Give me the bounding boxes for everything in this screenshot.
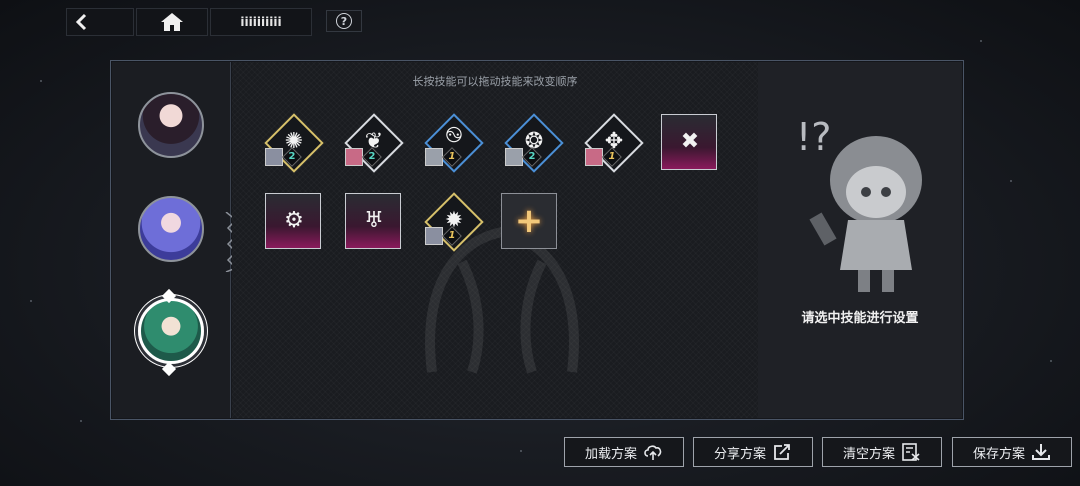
owner-portrait-icon <box>425 227 443 245</box>
skill-slot-1[interactable]: ✺ 2 <box>264 113 324 173</box>
load-plan-button[interactable]: 加载方案 <box>564 437 684 467</box>
home-button[interactable] <box>136 8 208 36</box>
cloud-upload-icon <box>643 443 663 461</box>
clear-plan-label: 清空方案 <box>842 446 895 462</box>
machine-icon: ⚙ <box>284 207 304 233</box>
skill-slot-6[interactable]: ✖ <box>661 114 717 170</box>
skill-slot-8[interactable]: ♅ <box>345 193 401 249</box>
skill-slot-5[interactable]: ✥ 1 <box>584 113 644 173</box>
skill-slot-4[interactable]: ❂ 2 <box>504 113 564 173</box>
character-list <box>112 62 238 418</box>
download-icon <box>1031 443 1051 461</box>
select-skill-prompt: 请选中技能进行设置 <box>801 311 919 326</box>
plus-icon: + <box>514 201 544 241</box>
home-icon <box>161 13 183 31</box>
share-icon <box>772 443 792 461</box>
svg-text:!?: !? <box>796 115 831 159</box>
page-title: iiiiiiiiii <box>210 8 312 36</box>
share-plan-button[interactable]: 分享方案 <box>693 437 813 467</box>
add-skill-button[interactable]: + <box>501 193 557 249</box>
top-bar: iiiiiiiiii <box>66 8 312 36</box>
skill-slot-7[interactable]: ⚙ <box>265 193 321 249</box>
help-button[interactable]: ? <box>326 10 362 32</box>
save-plan-label: 保存方案 <box>972 446 1025 462</box>
clear-plan-button[interactable]: 清空方案 <box>822 437 942 467</box>
character-avatar-1[interactable] <box>138 92 204 158</box>
owner-portrait-icon <box>505 148 523 166</box>
skills-area: 长按技能可以拖动技能来改变顺序 ✺ 2 ❦ 2 ࿊ 1 ❂ 2 ✥ 1 ✖ ⚙ … <box>232 62 758 418</box>
owner-portrait-icon <box>585 148 603 166</box>
owner-portrait-icon <box>345 148 363 166</box>
skill-slot-3[interactable]: ࿊ 1 <box>424 113 484 173</box>
share-plan-label: 分享方案 <box>713 446 766 462</box>
back-arrow-icon <box>75 13 87 31</box>
drag-hint-text: 长按技能可以拖动技能来改变顺序 <box>412 75 578 88</box>
save-plan-button[interactable]: 保存方案 <box>952 437 1072 467</box>
character-avatar-3-selected[interactable] <box>138 298 204 364</box>
chibi-character-illustration: !? <box>796 115 922 292</box>
owner-portrait-icon <box>265 148 283 166</box>
help-icon: ? <box>336 13 352 29</box>
skill-slot-2[interactable]: ❦ 2 <box>344 113 404 173</box>
cross-star-icon: ✖ <box>680 128 700 154</box>
skill-slot-9[interactable]: ✹ 1 <box>424 192 484 252</box>
owner-portrait-icon <box>425 148 443 166</box>
character-avatar-2[interactable] <box>138 196 204 262</box>
clear-list-icon <box>901 443 921 461</box>
load-plan-label: 加载方案 <box>584 446 637 462</box>
back-button[interactable] <box>66 8 134 36</box>
skill-info-panel: !? 请选中技能进行设置 <box>758 62 962 418</box>
selected-marker-bottom-icon <box>161 361 177 377</box>
demon-crest-icon: ♅ <box>364 207 384 233</box>
skill-config-panel: 长按技能可以拖动技能来改变顺序 ✺ 2 ❦ 2 ࿊ 1 ❂ 2 ✥ 1 ✖ ⚙ … <box>110 60 964 420</box>
